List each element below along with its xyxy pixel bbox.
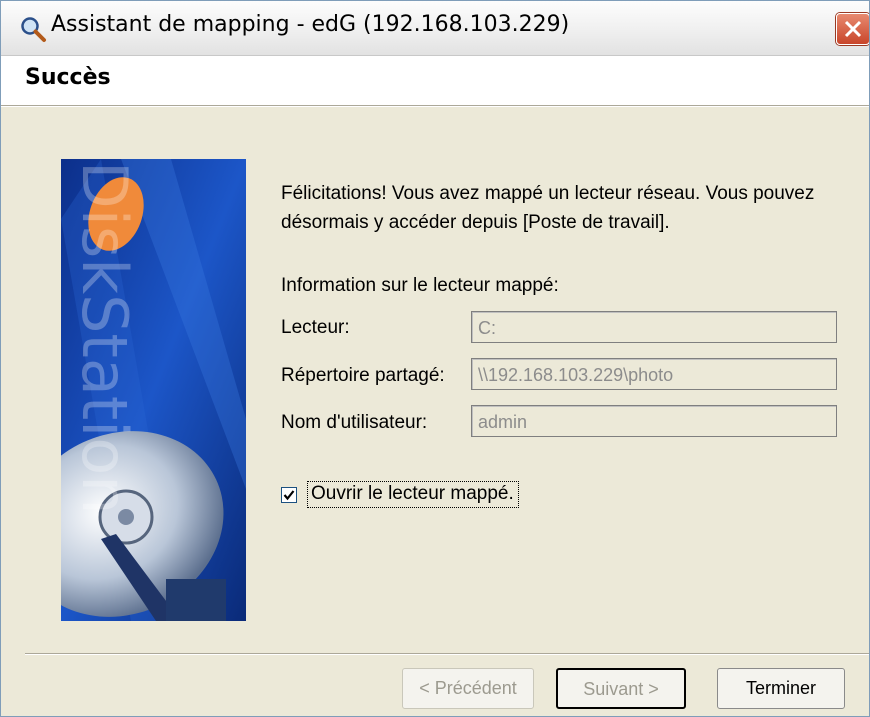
shared-folder-label: Répertoire partagé:	[281, 365, 445, 386]
close-button[interactable]	[836, 13, 869, 45]
drive-field: C:	[471, 311, 837, 343]
username-field: admin	[471, 405, 837, 437]
info-heading: Information sur le lecteur mappé:	[281, 275, 559, 296]
open-drive-label[interactable]: Ouvrir le lecteur mappé.	[307, 481, 519, 508]
checkmark-icon	[283, 490, 295, 501]
close-icon	[844, 20, 862, 38]
finish-button[interactable]: Terminer	[717, 668, 845, 709]
page-title: Succès	[25, 65, 111, 90]
magnifier-icon	[19, 15, 47, 43]
previous-button[interactable]: < Précédent	[402, 668, 534, 709]
banner-brand-text: DiskStation	[68, 161, 141, 515]
success-message: Félicitations! Vous avez mappé un lecteu…	[281, 183, 815, 233]
open-drive-checkbox[interactable]	[281, 487, 297, 503]
footer-divider	[25, 653, 869, 655]
open-drive-option[interactable]: Ouvrir le lecteur mappé.	[279, 481, 537, 511]
username-label: Nom d'utilisateur:	[281, 412, 428, 433]
title-bar[interactable]: Assistant de mapping - edG (192.168.103.…	[1, 1, 869, 56]
wizard-header: Succès	[1, 56, 869, 106]
diskstation-banner: DiskStation	[61, 159, 246, 621]
shared-folder-field: \\192.168.103.229\photo	[471, 358, 837, 390]
next-button[interactable]: Suivant >	[556, 668, 686, 709]
wizard-window: Assistant de mapping - edG (192.168.103.…	[0, 0, 870, 717]
drive-label: Lecteur:	[281, 317, 350, 338]
header-divider	[1, 105, 869, 107]
window-title: Assistant de mapping - edG (192.168.103.…	[51, 12, 570, 37]
